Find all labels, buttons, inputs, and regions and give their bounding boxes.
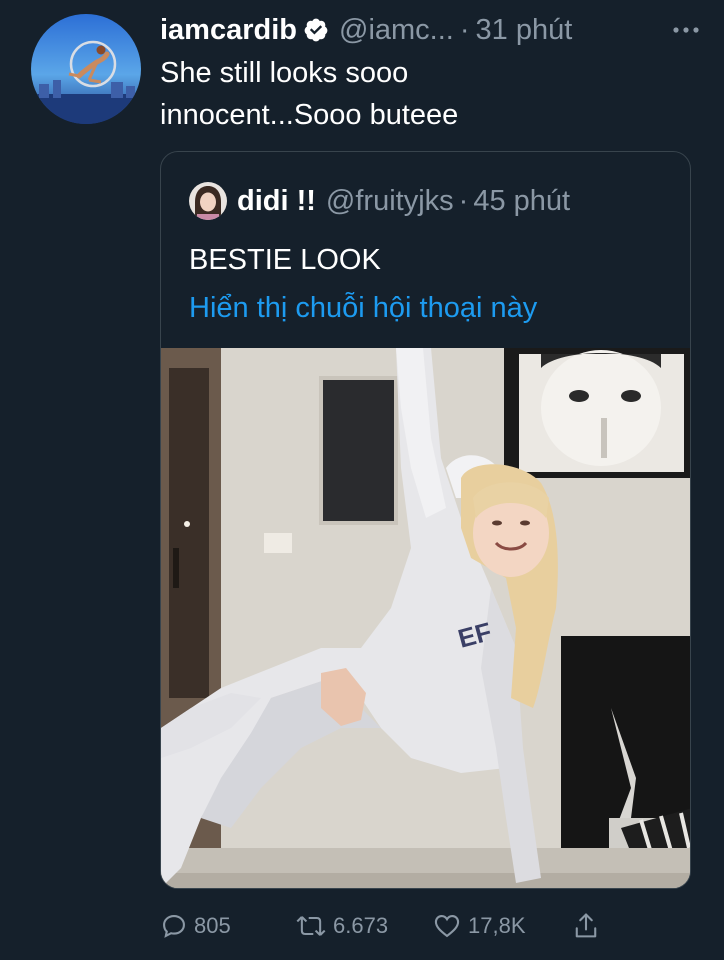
- verified-badge-icon: [303, 17, 329, 43]
- share-icon: [575, 913, 597, 938]
- retweet-icon: [296, 916, 326, 936]
- author-handle[interactable]: @iamc...: [339, 14, 454, 47]
- quoted-author-handle: @fruityjks: [325, 184, 454, 217]
- retweet-button[interactable]: 6.673: [295, 906, 388, 946]
- retweet-count: 6.673: [333, 913, 389, 938]
- heart-icon: [434, 915, 460, 938]
- show-thread-link[interactable]: Hiển thị chuỗi hội thoại này: [189, 288, 537, 328]
- like-count: 17,8K: [468, 913, 526, 938]
- quoted-timestamp: 45 phút: [473, 184, 571, 217]
- quoted-author-name: didi !!: [237, 184, 316, 217]
- separator-dot: ·: [459, 13, 470, 46]
- tweet-actions: 805 6.673 17,8K: [160, 906, 620, 946]
- quoted-author-avatar: [189, 182, 227, 220]
- quoted-separator-dot: ·: [458, 184, 469, 217]
- author-display-name[interactable]: iamcardib: [160, 14, 297, 47]
- reply-count: 805: [194, 913, 231, 938]
- quoted-tweet-text: BESTIE LOOK: [189, 244, 381, 276]
- tweet-text: She still looks sooo innocent...Sooo but…: [160, 57, 459, 131]
- video-frame-image: EF: [161, 348, 690, 888]
- reply-button[interactable]: 805: [160, 906, 231, 946]
- share-button[interactable]: [572, 906, 606, 946]
- quoted-tweet-header: didi !! @fruityjks · 45 phút: [189, 180, 570, 222]
- more-icon[interactable]: [672, 10, 700, 50]
- reply-icon: [163, 915, 185, 938]
- tweet-header: iamcardib @iamc... · 31 phút: [160, 10, 700, 50]
- author-avatar-image: [31, 14, 141, 124]
- author-avatar[interactable]: [31, 14, 141, 124]
- tweet-timestamp[interactable]: 31 phút: [476, 14, 573, 47]
- quoted-tweet-card[interactable]: didi !! @fruityjks · 45 phút BESTIE LOOK…: [160, 151, 691, 889]
- quoted-video[interactable]: EF: [161, 348, 690, 888]
- like-button[interactable]: 17,8K: [432, 906, 526, 946]
